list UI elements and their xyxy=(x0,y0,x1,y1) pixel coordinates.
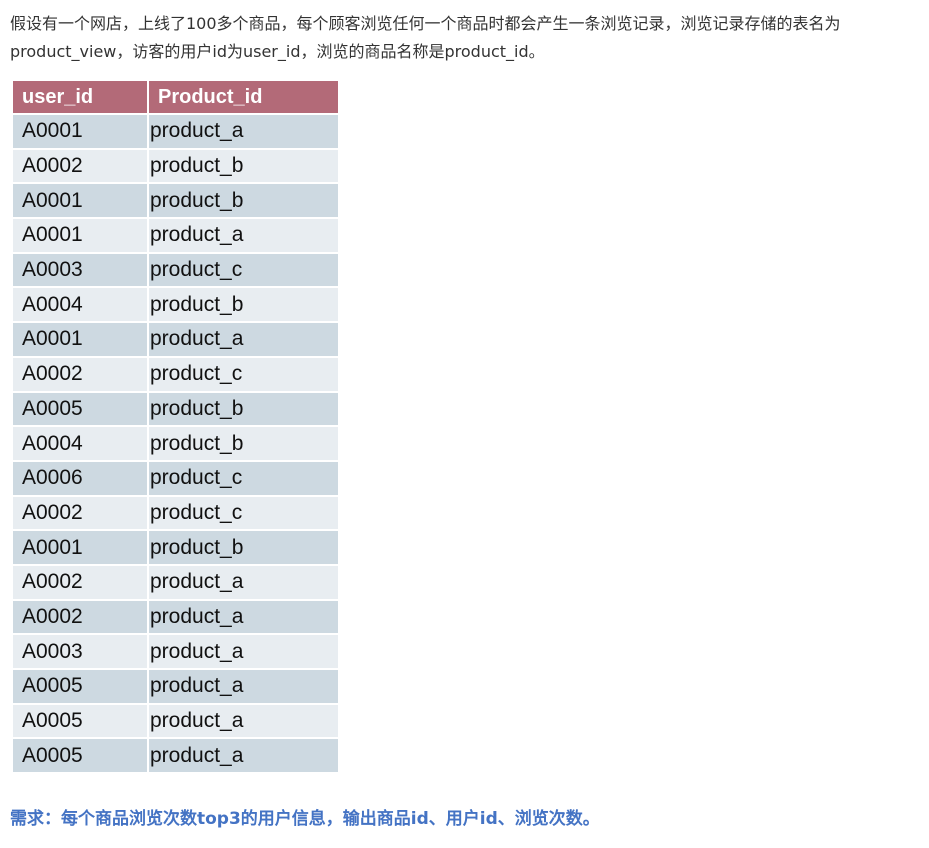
table-row: A0002 product_b xyxy=(13,148,338,185)
product-id-cell: product_a xyxy=(148,564,338,601)
product-id-cell: product_b xyxy=(148,183,338,220)
user-id-cell: A0005 xyxy=(13,703,149,740)
table-row: A0002 product_c xyxy=(13,356,338,393)
table-header-row: user_id Product_id xyxy=(13,81,338,115)
requirement-text: 需求：每个商品浏览次数top3的用户信息，输出商品id、用户id、浏览次数。 xyxy=(10,809,600,829)
table-row: A0005 product_a xyxy=(13,738,338,775)
product-id-cell: product_a xyxy=(148,114,338,150)
product-id-cell: product_b xyxy=(148,287,338,324)
intro-paragraph: 假设有一个网店，上线了100多个商品，每个顾客浏览任何一个商品时都会产生一条浏览… xyxy=(10,14,841,61)
user-id-cell: A0001 xyxy=(13,114,149,150)
table-row: A0002 product_a xyxy=(13,599,338,636)
user-id-cell: A0006 xyxy=(13,460,149,497)
table-row: A0002 product_c xyxy=(13,495,338,532)
user-id-cell: A0005 xyxy=(13,669,149,705)
table-row: A0005 product_b xyxy=(13,391,338,428)
table-row: A0001 product_a xyxy=(13,218,338,254)
table-row: A0005 product_a xyxy=(13,669,338,705)
product-id-cell: product_a xyxy=(148,738,338,775)
product-id-cell: product_b xyxy=(148,530,338,566)
user-id-cell: A0005 xyxy=(13,738,149,775)
table-row: A0002 product_a xyxy=(13,564,338,601)
user-id-cell: A0001 xyxy=(13,218,149,254)
table-row: A0001 product_a xyxy=(13,114,338,150)
table-row: A0001 product_a xyxy=(13,322,338,358)
product-id-cell: product_c xyxy=(148,252,338,289)
product-id-cell: product_b xyxy=(148,148,338,185)
table-row: A0001 product_b xyxy=(13,530,338,566)
table-body: A0001 product_a A0002 product_b A0001 product… xyxy=(13,114,338,775)
user-id-cell: A0001 xyxy=(13,183,149,220)
user-id-cell: A0003 xyxy=(13,252,149,289)
product-id-cell: product_a xyxy=(148,322,338,358)
user-id-cell: A0002 xyxy=(13,356,149,393)
product-id-cell: product_a xyxy=(148,634,338,670)
user-id-cell: A0002 xyxy=(13,599,149,636)
user-id-cell: A0001 xyxy=(13,530,149,566)
column-header-product-id: Product_id xyxy=(148,81,338,115)
product-id-cell: product_a xyxy=(148,218,338,254)
product-id-cell: product_c xyxy=(148,356,338,393)
table-row: A0004 product_b xyxy=(13,287,338,324)
table-row: A0005 product_a xyxy=(13,703,338,740)
user-id-cell: A0003 xyxy=(13,634,149,670)
product-id-cell: product_a xyxy=(148,599,338,636)
product-id-cell: product_c xyxy=(148,460,338,497)
product-view-table: user_id Product_id A0001 product_a A0002 pr… xyxy=(13,81,338,775)
user-id-cell: A0002 xyxy=(13,564,149,601)
table-row: A0006 product_c xyxy=(13,460,338,497)
table-row: A0001 product_b xyxy=(13,183,338,220)
product-id-cell: product_a xyxy=(148,703,338,740)
user-id-cell: A0005 xyxy=(13,391,149,428)
table-row: A0004 product_b xyxy=(13,426,338,462)
column-header-user-id: user_id xyxy=(13,81,149,115)
product-id-cell: product_b xyxy=(148,391,338,428)
user-id-cell: A0002 xyxy=(13,495,149,532)
user-id-cell: A0002 xyxy=(13,148,149,185)
user-id-cell: A0001 xyxy=(13,322,149,358)
product-id-cell: product_b xyxy=(148,426,338,462)
user-id-cell: A0004 xyxy=(13,426,149,462)
table-row: A0003 product_c xyxy=(13,252,338,289)
table-row: A0003 product_a xyxy=(13,634,338,670)
product-id-cell: product_a xyxy=(148,669,338,705)
product-id-cell: product_c xyxy=(148,495,338,532)
user-id-cell: A0004 xyxy=(13,287,149,324)
